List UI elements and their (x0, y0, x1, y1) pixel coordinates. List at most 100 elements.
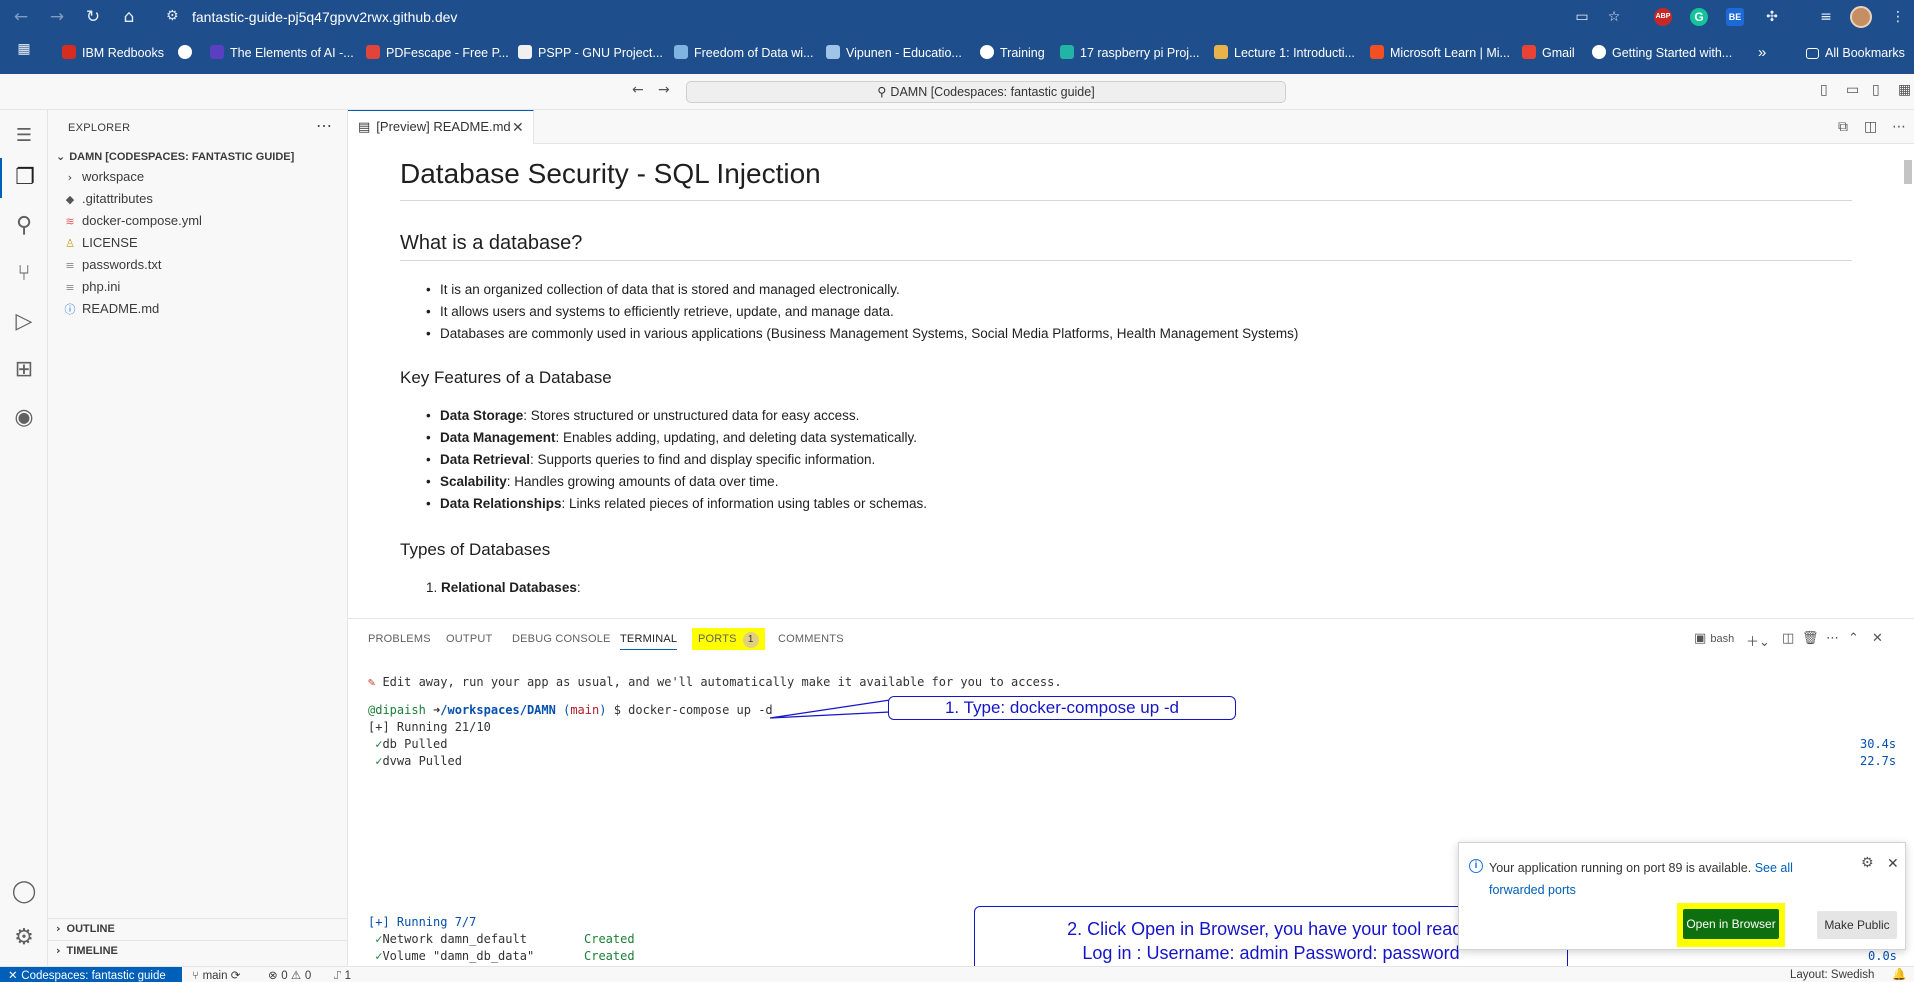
adblock-extension-icon[interactable]: ABP (1654, 8, 1672, 26)
menu-icon[interactable]: ☰ (0, 116, 48, 156)
bookmark-item[interactable] (178, 44, 198, 62)
more-actions-icon[interactable]: ⋯ (1892, 119, 1906, 135)
toggle-secondary-sidebar-icon[interactable]: ▯ (1872, 82, 1880, 98)
nav-forward-icon[interactable]: → (658, 82, 670, 98)
feature-term: Data Retrieval (440, 452, 531, 467)
tab-comments[interactable]: COMMENTS (778, 633, 844, 645)
remote-indicator[interactable]: ✕ Codespaces: fantastic guide (0, 967, 182, 982)
open-in-browser-button[interactable]: Open in Browser (1683, 909, 1779, 939)
apps-grid-icon[interactable]: ▦ (12, 38, 36, 60)
bookmark-item[interactable]: 17 raspberry pi Proj... (1060, 44, 1200, 62)
new-terminal-icon[interactable]: ＋⌄ (1746, 631, 1770, 650)
customize-layout-icon[interactable]: ▦ (1898, 82, 1911, 98)
close-icon[interactable]: ✕ (1887, 855, 1899, 872)
split-editor-icon[interactable]: ◫ (1864, 119, 1877, 135)
feature-term: Scalability (440, 474, 507, 489)
more-actions-icon[interactable]: ⋯ (316, 116, 332, 136)
close-panel-icon[interactable]: ✕ (1872, 631, 1883, 646)
tree-file-php-ini[interactable]: ≡ php.ini (62, 276, 342, 298)
keyboard-layout[interactable]: Layout: Swedish (1790, 968, 1874, 982)
bookmark-item[interactable]: Freedom of Data wi... (674, 44, 814, 62)
timeline-section[interactable]: › TIMELINE (56, 944, 118, 957)
check-icon: ✓ (368, 737, 383, 751)
extensions-puzzle-icon[interactable]: ✣ (1760, 6, 1784, 28)
source-control-icon[interactable]: ⑂ (0, 254, 48, 294)
terminal-shell-selector[interactable]: ▣ bash (1694, 631, 1734, 646)
kill-terminal-icon[interactable]: 🗑 (1802, 631, 1819, 646)
bookmark-item[interactable]: IBM Redbooks (62, 44, 164, 62)
nav-back-icon[interactable]: ← (632, 82, 644, 98)
bookmark-item[interactable]: Vipunen - Educatio... (826, 44, 962, 62)
more-bookmarks-button[interactable]: » (1758, 44, 1766, 62)
accounts-icon[interactable]: ◯ (0, 872, 48, 912)
search-icon: ⚲ (877, 84, 891, 99)
explorer-files-icon[interactable]: ❐ (0, 158, 48, 198)
tree-file-readme[interactable]: ⓘ README.md (62, 298, 342, 320)
terminal-running-line: [+] Running 7/7 (368, 915, 477, 929)
more-actions-icon[interactable]: ⋯ (1826, 631, 1839, 646)
settings-gear-icon[interactable]: ⚙ (0, 918, 48, 958)
toggle-sidebar-icon[interactable]: ▯ (1820, 82, 1828, 98)
open-source-icon[interactable]: ⧉ (1838, 119, 1848, 135)
github-icon[interactable]: ◉ (0, 398, 48, 438)
tree-file-license[interactable]: ♙ LICENSE (62, 232, 342, 254)
split-terminal-icon[interactable]: ◫ (1782, 631, 1794, 646)
bookmark-item[interactable]: Microsoft Learn | Mi... (1370, 44, 1510, 62)
bookmark-item[interactable]: Gmail (1522, 44, 1575, 62)
tab-debug-console[interactable]: DEBUG CONSOLE (512, 633, 611, 645)
error-icon: ⊗ (268, 968, 282, 982)
docker-icon: ≋ (65, 215, 75, 228)
tab-ports[interactable]: PORTS 1 (692, 628, 765, 650)
branch-indicator[interactable]: ⑂ main ⟳ (192, 968, 240, 982)
outline-section[interactable]: › OUTLINE (56, 922, 115, 935)
gear-icon[interactable]: ⚙ (1861, 855, 1874, 871)
reload-icon[interactable]: ↻ (82, 7, 104, 27)
make-public-button[interactable]: Make Public (1817, 911, 1897, 939)
extension-be-icon[interactable]: BE (1726, 8, 1744, 26)
license-icon: ♙ (65, 237, 75, 250)
notifications-bell-icon[interactable]: 🔔 (1892, 968, 1906, 982)
tree-folder-workspace[interactable]: › workspace (62, 166, 342, 188)
site-settings-icon[interactable]: ⚙ (166, 8, 179, 24)
run-debug-icon[interactable]: ▷ (0, 302, 48, 342)
bookmark-item[interactable]: PDFescape - Free P... (366, 44, 509, 62)
tab-terminal[interactable]: TERMINAL (620, 633, 678, 650)
toggle-panel-icon[interactable]: ▭ (1846, 82, 1859, 98)
home-icon[interactable]: ⌂ (118, 7, 140, 27)
bookmark-item[interactable]: Lecture 1: Introducti... (1214, 44, 1355, 62)
tree-file-passwords[interactable]: ≡ passwords.txt (62, 254, 342, 276)
editor-scrollbar[interactable] (1904, 160, 1912, 184)
annotation-step1: 1. Type: docker-compose up -d (888, 696, 1236, 720)
bookmark-favicon (980, 45, 994, 59)
install-app-icon[interactable]: ▭ (1570, 6, 1594, 28)
close-icon[interactable]: ✕ (512, 111, 524, 143)
workspace-root-folder[interactable]: ⌄ DAMN [CODESPACES: FANTASTIC GUIDE] (56, 150, 294, 163)
warning-icon: ⚠ (290, 968, 305, 982)
tab-problems[interactable]: PROBLEMS (368, 633, 431, 645)
bookmark-item[interactable]: Training (980, 44, 1045, 62)
all-bookmarks-button[interactable]: All Bookmarks (1806, 44, 1905, 62)
terminal-command: $ docker-compose up -d (613, 703, 773, 717)
tab-output[interactable]: OUTPUT (446, 633, 492, 645)
bookmark-star-icon[interactable]: ☆ (1602, 6, 1626, 28)
bookmark-item[interactable]: PSPP - GNU Project... (518, 44, 663, 62)
tree-file-gitattributes[interactable]: ◆ .gitattributes (62, 188, 342, 210)
forward-icon[interactable]: → (46, 7, 68, 27)
bookmark-item[interactable]: The Elements of AI -... (210, 44, 354, 62)
command-center[interactable]: ⚲ DAMN [Codespaces: fantastic guide] (686, 81, 1286, 103)
ports-indicator[interactable]: ⑀ 1 (334, 968, 351, 982)
search-icon[interactable]: ⚲ (0, 206, 48, 246)
browser-menu-icon[interactable]: ⋮ (1886, 6, 1910, 28)
profile-avatar[interactable] (1850, 6, 1872, 28)
tab-readme-preview[interactable]: ▤ [Preview] README.md ✕ (348, 110, 534, 144)
reading-list-icon[interactable]: ≡ (1814, 6, 1838, 28)
tree-file-docker-compose[interactable]: ≋ docker-compose.yml (62, 210, 342, 232)
extensions-icon[interactable]: ⊞ (0, 350, 48, 390)
grammarly-extension-icon[interactable]: G (1690, 8, 1708, 26)
chevron-right-icon: › (56, 922, 61, 935)
bookmark-item[interactable]: Getting Started with... (1592, 44, 1732, 62)
maximize-panel-icon[interactable]: ⌃ (1848, 631, 1859, 646)
address-bar[interactable]: fantastic-guide-pj5q47gpvv2rwx.github.de… (192, 9, 457, 25)
back-icon[interactable]: ← (10, 7, 32, 27)
problems-indicator[interactable]: ⊗ 0 ⚠ 0 (268, 968, 311, 982)
